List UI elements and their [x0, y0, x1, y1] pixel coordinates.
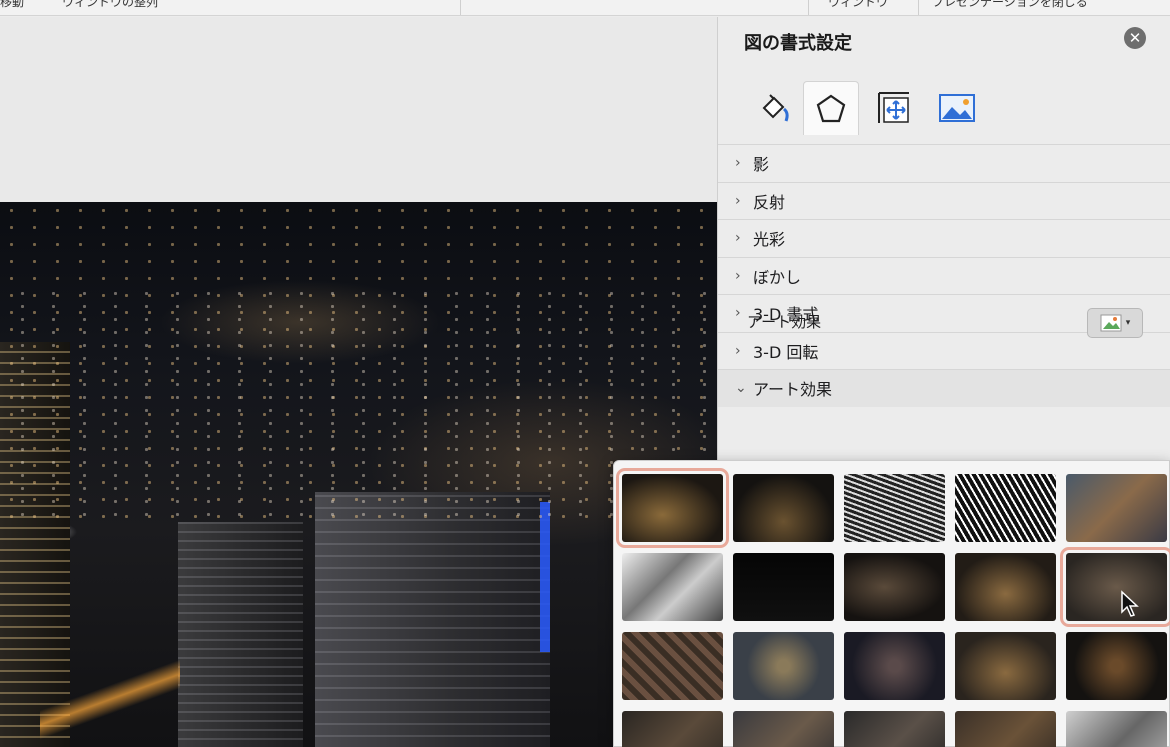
- highway-lights: [40, 652, 180, 747]
- artistic-effect-label: アート効果: [747, 312, 822, 331]
- tab-picture[interactable]: [929, 81, 985, 135]
- art-effect-thumb-blur[interactable]: [1060, 547, 1170, 627]
- pane-tabs: [746, 81, 1046, 135]
- slide-canvas[interactable]: [0, 17, 717, 747]
- art-effect-thumb-texturizer[interactable]: [733, 711, 834, 747]
- section-label: アート効果: [753, 380, 833, 400]
- art-effect-thumb-marker[interactable]: [733, 474, 834, 542]
- chevron-down-icon: ⌄: [735, 380, 747, 397]
- art-effect-icon: [1100, 314, 1122, 332]
- ribbon-item-close-presentation[interactable]: プレゼンテーションを閉じる: [932, 0, 1088, 10]
- ribbon-item-move[interactable]: 移動: [0, 0, 24, 10]
- section-label: 光彩: [753, 230, 786, 250]
- effect-sections: › 影 › 反射 › 光彩 › ぼかし › 3-D 書式 › 3-D 回転 ⌄ アート効果: [718, 144, 1170, 407]
- section-glow[interactable]: › 光彩: [718, 219, 1170, 257]
- artistic-effect-row: アート効果 ▾: [718, 296, 1170, 346]
- building: [315, 492, 550, 747]
- art-effect-thumb-plastic-wrap[interactable]: [1066, 711, 1167, 747]
- section-artistic-effects[interactable]: ⌄ アート効果: [718, 369, 1170, 407]
- art-effect-thumb-crisscross-etching[interactable]: [844, 711, 945, 747]
- art-effect-thumb-line-drawing[interactable]: [1066, 474, 1167, 542]
- ribbon-item-window[interactable]: ウィンドウ: [828, 0, 888, 10]
- ribbon-remnant: 移動 ウィンドウの整列 ウィンドウ プレゼンテーションを閉じる: [0, 0, 1170, 16]
- picture-icon: [939, 94, 975, 122]
- art-effect-thumb-light-screen[interactable]: [622, 632, 723, 700]
- city-lights: [0, 282, 717, 522]
- art-effect-thumb-paint-brush[interactable]: [844, 553, 945, 621]
- artistic-effect-dropdown[interactable]: ▾: [1087, 308, 1143, 338]
- art-effect-thumb-chalk-sketch[interactable]: [622, 553, 723, 621]
- close-icon[interactable]: ✕: [1124, 27, 1146, 49]
- section-label: 影: [753, 155, 770, 175]
- art-effect-thumb-cement[interactable]: [622, 711, 723, 747]
- ribbon-item-arrange-windows[interactable]: ウィンドウの整列: [62, 0, 158, 10]
- section-reflection[interactable]: › 反射: [718, 181, 1170, 219]
- art-effect-thumb-none[interactable]: [616, 468, 729, 548]
- chevron-right-icon: ›: [735, 267, 741, 284]
- art-effect-thumb-pencil-grayscale[interactable]: [844, 474, 945, 542]
- section-soft-edges[interactable]: › ぼかし: [718, 256, 1170, 294]
- size-properties-icon: [878, 92, 909, 123]
- chevron-right-icon: ›: [735, 230, 741, 247]
- pane-title: 図の書式設定: [744, 33, 852, 54]
- tab-effects[interactable]: [803, 81, 859, 135]
- art-effect-thumb-film-grain[interactable]: [844, 632, 945, 700]
- tab-fill-line[interactable]: [746, 81, 802, 135]
- mouse-cursor-icon: [1121, 590, 1139, 617]
- dropdown-caret-icon: ▾: [1125, 318, 1131, 328]
- art-effect-thumb-glow-diffused[interactable]: [955, 553, 1056, 621]
- section-shadow[interactable]: › 影: [718, 144, 1170, 182]
- art-effect-thumb-glass[interactable]: [1066, 632, 1167, 700]
- tab-size-properties[interactable]: [866, 81, 922, 135]
- chevron-right-icon: ›: [735, 192, 741, 209]
- chevron-right-icon: ›: [735, 155, 741, 172]
- fill-line-icon: [762, 94, 789, 122]
- artistic-effects-gallery: [613, 460, 1170, 747]
- section-label: ぼかし: [753, 267, 802, 287]
- building: [540, 502, 550, 652]
- art-effect-thumb-mosaic-bubbles[interactable]: [955, 632, 1056, 700]
- effects-pentagon-icon: [816, 94, 846, 122]
- art-effect-thumb-watercolor-sponge[interactable]: [733, 632, 834, 700]
- section-label: 反射: [753, 192, 786, 212]
- building: [178, 522, 303, 747]
- art-effect-thumb-pencil-sketch[interactable]: [955, 474, 1056, 542]
- night-city-photo[interactable]: [0, 202, 717, 747]
- art-effect-thumb-paint-strokes[interactable]: [733, 553, 834, 621]
- art-effect-thumb-pastels-smooth[interactable]: [955, 711, 1056, 747]
